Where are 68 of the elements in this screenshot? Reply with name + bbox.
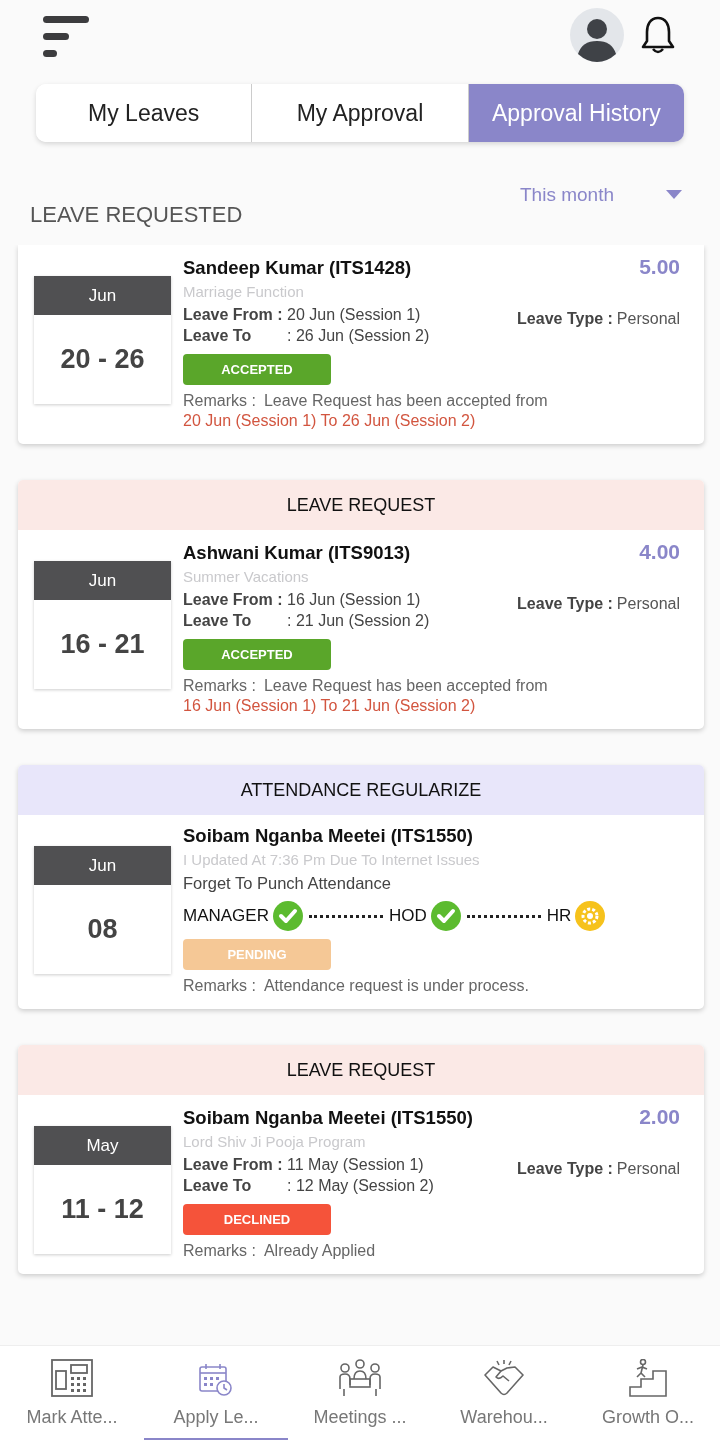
remarks-text: Already Applied [263,1242,376,1259]
caret-icon [666,190,682,200]
date-month: Jun [34,846,171,885]
date-range: 20 - 26 [59,343,146,376]
card-header: LEAVE REQUEST [18,1045,704,1095]
leave-type-label: Leave Type : [517,1160,613,1177]
status-badge: ACCEPTED [183,354,331,385]
leave-from-label: Leave From : [183,305,284,325]
leave-from-label: Leave From : [183,1155,284,1175]
remarks-label: Remarks : [183,1242,256,1259]
leave-type-value: Personal [616,595,680,612]
approval-step-label: MANAGER [183,906,269,926]
remarks-dates: 20 Jun (Session 1) To 26 Jun (Session 2) [183,412,477,430]
employee-name: Sandeep Kumar (ITS1428) [183,257,412,279]
remarks-label: Remarks : [183,977,256,994]
date-range: 08 [86,913,119,946]
leave-to-value: : 26 Jun (Session 2) [287,326,430,346]
calendar-clock-icon [199,1363,233,1397]
leave-to-label: Leave To [183,611,253,631]
status-badge: DECLINED [183,1204,331,1235]
notification-bell-icon[interactable] [640,15,676,55]
leave-to-value: : 12 May (Session 2) [287,1176,434,1196]
remarks-label: Remarks : [183,392,256,409]
avatar-icon[interactable] [570,8,624,62]
meeting-icon [339,1359,381,1397]
remarks-text: Leave Request has been accepted from [263,677,548,694]
leave-from-value: 20 Jun (Session 1) [287,305,421,325]
card-header: ATTENDANCE REGULARIZE [18,765,704,815]
tab[interactable]: My Approval [252,84,469,142]
menu-icon[interactable] [43,16,89,58]
leave-from-label: Leave From : [183,590,284,610]
status-badge: PENDING [183,939,331,970]
leave-to-value: : 21 Jun (Session 2) [287,611,430,631]
employee-name: Ashwani Kumar (ITS9013) [183,542,411,564]
date-range: 16 - 21 [59,628,146,661]
date-month: Jun [34,561,171,600]
remarks-dates: 16 Jun (Session 1) To 21 Jun (Session 2) [183,697,477,715]
leave-type-value: Personal [616,310,680,327]
tab[interactable]: My Leaves [36,84,253,142]
section-title: LEAVE REQUESTED [30,202,243,228]
tab[interactable]: Approval History [468,84,684,142]
leave-days-count: 4.00 [639,540,680,564]
leave-from-value: 11 May (Session 1) [287,1155,424,1175]
leave-type-label: Leave Type : [517,310,613,327]
leave-days-count: 5.00 [639,255,680,279]
approval-step-label: HOD [388,906,427,926]
handshake-icon [483,1359,525,1397]
date-month: Jun [34,276,171,315]
leave-days-count: 2.00 [639,1105,680,1129]
card-header: LEAVE REQUEST [18,480,704,530]
remarks-text: Attendance request is under process. [263,977,529,994]
date-month: May [34,1126,171,1165]
stairs-climber-icon [629,1359,667,1397]
date-range: 11 - 12 [60,1193,145,1226]
employee-name: Soibam Nganba Meetei (ITS1550) [183,1107,473,1129]
employee-name: Soibam Nganba Meetei (ITS1550) [183,825,473,847]
month-filter-dropdown[interactable]: This month [520,184,682,206]
status-badge: ACCEPTED [183,639,331,670]
remarks-text: Leave Request has been accepted from [263,392,548,409]
leave-type-value: Personal [616,1160,680,1177]
leave-to-label: Leave To [183,326,253,346]
remarks-label: Remarks : [183,677,256,694]
leave-from-value: 16 Jun (Session 1) [287,590,421,610]
leave-to-label: Leave To [183,1176,253,1196]
approval-step-label: HR [546,906,572,926]
request-detail: Forget To Punch Attendance [183,874,392,893]
attendance-device-icon [51,1359,93,1397]
leave-type-label: Leave Type : [517,595,613,612]
